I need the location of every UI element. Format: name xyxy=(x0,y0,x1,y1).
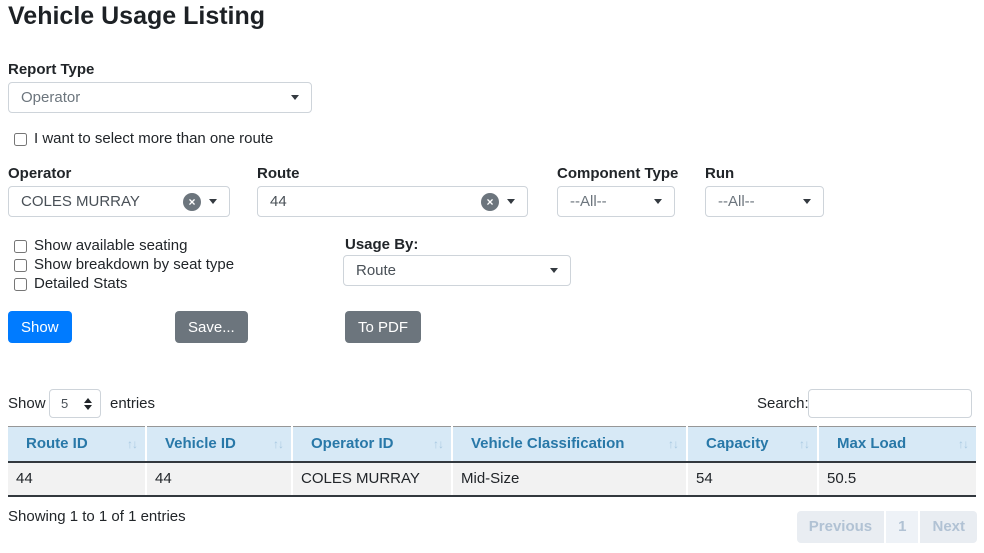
cell-vehicle-id: 44 xyxy=(146,462,292,496)
chevron-down-icon xyxy=(209,199,217,204)
component-type-value: --All-- xyxy=(570,193,646,210)
chevron-down-icon xyxy=(291,95,299,100)
cell-operator-id: COLES MURRAY xyxy=(292,462,452,496)
save-button[interactable]: Save... xyxy=(175,311,248,343)
column-header-vehicle-id[interactable]: Vehicle ID ↑↓ xyxy=(146,427,292,462)
to-pdf-button[interactable]: To PDF xyxy=(345,311,421,343)
show-available-seating-checkbox[interactable] xyxy=(14,240,27,253)
cell-max-load: 50.5 xyxy=(818,462,976,496)
sort-icon: ↑↓ xyxy=(958,437,968,451)
table-info-text: Showing 1 to 1 of 1 entries xyxy=(8,508,186,525)
sort-icon: ↑↓ xyxy=(433,437,443,451)
entries-suffix-label: entries xyxy=(110,395,155,412)
multi-route-checkbox-label[interactable]: I want to select more than one route xyxy=(34,130,273,147)
component-type-label: Component Type xyxy=(557,165,678,182)
column-header-operator-id[interactable]: Operator ID ↑↓ xyxy=(292,427,452,462)
chevron-down-icon xyxy=(507,199,515,204)
operator-label: Operator xyxy=(8,165,71,182)
sort-icon: ↑↓ xyxy=(127,437,137,451)
search-input[interactable] xyxy=(808,389,972,418)
search-label: Search: xyxy=(757,395,809,412)
show-breakdown-label[interactable]: Show breakdown by seat type xyxy=(34,256,234,273)
clear-operator-icon[interactable]: × xyxy=(183,193,201,211)
pagination-previous-button[interactable]: Previous xyxy=(797,511,884,543)
pagination-next-button[interactable]: Next xyxy=(920,511,977,543)
chevron-down-icon xyxy=(550,268,558,273)
column-header-vehicle-classification[interactable]: Vehicle Classification ↑↓ xyxy=(452,427,687,462)
detailed-stats-checkbox[interactable] xyxy=(14,278,27,291)
table-header-row: Route ID ↑↓ Vehicle ID ↑↓ Operator ID ↑↓… xyxy=(8,427,976,462)
route-value: 44 xyxy=(270,193,473,210)
operator-value: COLES MURRAY xyxy=(21,193,175,210)
vehicle-usage-table: Route ID ↑↓ Vehicle ID ↑↓ Operator ID ↑↓… xyxy=(8,426,976,497)
run-value: --All-- xyxy=(718,193,795,210)
report-type-value: Operator xyxy=(21,89,283,106)
spinner-icon xyxy=(84,398,92,410)
usage-by-select[interactable]: Route xyxy=(343,255,571,286)
page-title: Vehicle Usage Listing xyxy=(8,2,265,31)
vehicle-usage-listing-page: Vehicle Usage Listing Report Type Operat… xyxy=(0,0,984,553)
usage-by-label: Usage By: xyxy=(345,236,418,253)
chevron-down-icon xyxy=(803,199,811,204)
sort-icon: ↑↓ xyxy=(799,437,809,451)
multi-route-checkbox[interactable] xyxy=(14,133,27,146)
clear-route-icon[interactable]: × xyxy=(481,193,499,211)
sort-icon: ↑↓ xyxy=(668,437,678,451)
cell-capacity: 54 xyxy=(687,462,818,496)
cell-vehicle-classification: Mid-Size xyxy=(452,462,687,496)
column-header-max-load[interactable]: Max Load ↑↓ xyxy=(818,427,976,462)
usage-by-value: Route xyxy=(356,262,542,279)
component-type-select[interactable]: --All-- xyxy=(557,186,675,217)
cell-route-id: 44 xyxy=(8,462,146,496)
report-type-label: Report Type xyxy=(8,61,94,78)
route-label: Route xyxy=(257,165,300,182)
entries-prefix-label: Show xyxy=(8,395,46,412)
operator-combobox[interactable]: COLES MURRAY × xyxy=(8,186,230,217)
sort-icon: ↑↓ xyxy=(273,437,283,451)
column-header-capacity[interactable]: Capacity ↑↓ xyxy=(687,427,818,462)
run-select[interactable]: --All-- xyxy=(705,186,824,217)
run-label: Run xyxy=(705,165,734,182)
show-breakdown-checkbox[interactable] xyxy=(14,259,27,272)
show-available-seating-label[interactable]: Show available seating xyxy=(34,237,187,254)
pagination-page-1-button[interactable]: 1 xyxy=(886,511,918,543)
entries-select[interactable]: 5 xyxy=(49,389,101,418)
pagination: Previous 1 Next xyxy=(797,511,977,543)
chevron-down-icon xyxy=(654,199,662,204)
entries-select-value: 5 xyxy=(61,396,68,411)
route-combobox[interactable]: 44 × xyxy=(257,186,528,217)
column-header-route-id[interactable]: Route ID ↑↓ xyxy=(8,427,146,462)
show-button[interactable]: Show xyxy=(8,311,72,343)
table-row: 44 44 COLES MURRAY Mid-Size 54 50.5 xyxy=(8,462,976,496)
detailed-stats-label[interactable]: Detailed Stats xyxy=(34,275,127,292)
report-type-select[interactable]: Operator xyxy=(8,82,312,113)
